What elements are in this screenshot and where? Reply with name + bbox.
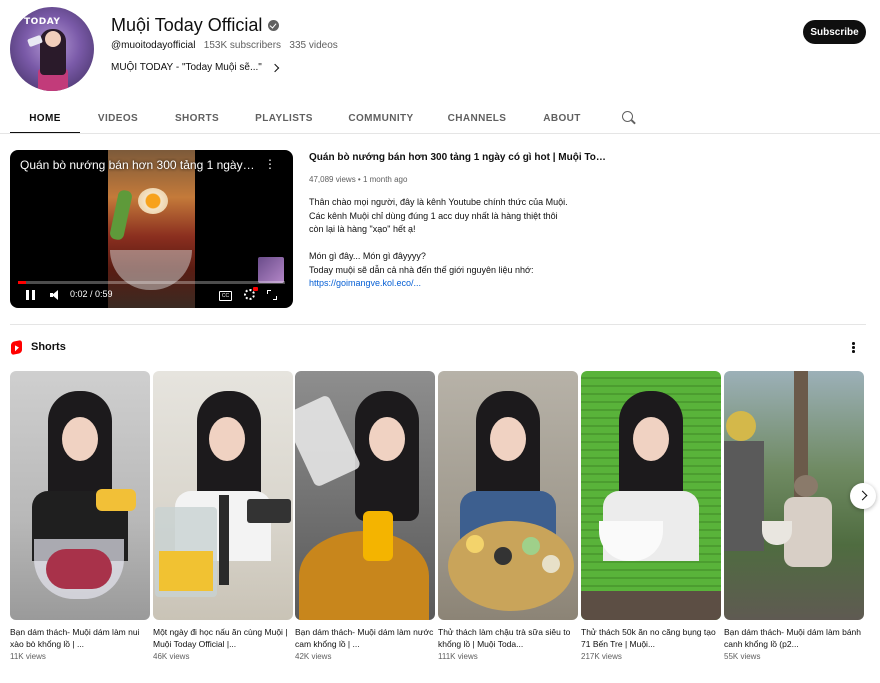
short-title[interactable]: Thử thách làm chậu trà sữa siêu to khổng… [438,626,578,650]
short-thumbnail[interactable] [581,371,721,620]
thumb-face [490,417,526,461]
thumb-person [724,441,764,551]
featured-description: Thân chào mọi người, đây là kênh Youtube… [309,196,609,291]
desc-line: Các kênh Muội chỉ dùng đúng 1 acc duy nh… [309,210,558,221]
channel-tabs: HOME VIDEOS SHORTS PLAYLISTS COMMUNITY C… [10,104,866,134]
short-views: 217K views [581,652,622,661]
video-count: 335 videos [289,40,338,51]
featured-video-title[interactable]: Quán bò nướng bán hơn 300 tảng 1 ngày có… [309,152,609,163]
short-title[interactable]: Bạn dám thách- Muội dám làm nui xào bò k… [10,626,150,650]
short-thumbnail[interactable] [438,371,578,620]
channel-name: Muội Today Official [111,15,280,36]
tab-playlists[interactable]: PLAYLISTS [250,104,318,132]
short-views: 42K views [295,652,332,661]
short-thumbnail[interactable] [10,371,150,620]
short-card[interactable]: Thử thách làm chậu trà sữa siêu to khổng… [438,371,578,661]
player-overlay-title[interactable]: Quán bò nướng bán hơn 300 tảng 1 ngày ..… [20,158,255,172]
avatar-face [45,31,61,47]
channel-meta: @muoitodayofficial 153K subscribers 335 … [111,40,338,51]
section-divider [10,324,866,325]
channel-description-text: MUỘI TODAY - "Today Muội sẽ..." [111,62,262,73]
thumb-face [369,417,405,461]
thumb-meat [46,549,112,589]
short-card[interactable]: Bạn dám thách- Muội dám làm nui xào bò k… [10,371,150,661]
thumb-face [62,417,98,461]
progress-bar[interactable] [18,281,285,284]
tab-videos[interactable]: VIDEOS [91,104,145,132]
thumb-cup [542,555,560,573]
desc-line: Thân chào mọi người, đây là kênh Youtube… [309,197,568,207]
progress-fill [18,281,26,284]
chevron-right-icon [270,63,280,72]
featured-video-meta: 47,089 views • 1 month ago [309,175,408,184]
short-card[interactable]: Thử thách 50k ăn no căng bụng tạo 71 Bến… [581,371,721,661]
short-title[interactable]: Một ngày đi học nấu ăn cùng Muội | Muội … [153,626,293,650]
featured-views: 47,089 views [309,175,356,184]
short-title[interactable]: Bạn dám thách- Muội dám làm bánh canh kh… [724,626,864,650]
thumb-helmet [726,411,756,441]
channel-handle: @muoitodayofficial [111,40,196,51]
tab-channels[interactable]: CHANNELS [444,104,510,132]
desc-line: còn lại là hàng "xạo" hết ạ! [309,224,416,234]
hd-badge [253,287,258,291]
video-egg [138,188,168,214]
tabs-divider [0,133,880,134]
desc-line: Món gì đây... Món gì đâyyyy? [309,251,426,261]
channel-name-text: Muội Today Official [111,15,263,35]
thumb-jug [295,394,362,488]
featured-video-player[interactable]: Quán bò nướng bán hơn 300 tảng 1 ngày ..… [10,150,293,308]
short-card[interactable]: Bạn dám thách- Muội dám làm nước cam khổ… [295,371,435,661]
tab-about[interactable]: ABOUT [538,104,586,132]
thumb-jar [363,511,393,561]
short-card[interactable]: Bạn dám thách- Muội dám làm bánh canh kh… [724,371,864,661]
description-link[interactable]: https://goimangve.kol.eco/... [309,277,609,291]
thumb-face [633,417,669,461]
short-views: 46K views [153,652,190,661]
short-title[interactable]: Thử thách 50k ăn no căng bụng tạo 71 Bến… [581,626,721,650]
featured-age: 1 month ago [362,175,408,184]
subscriber-count: 153K subscribers [203,40,282,51]
time-display: 0:02 / 0:59 [70,289,113,299]
thumb-box [247,499,291,523]
cc-icon[interactable]: CC [219,291,232,301]
thumb-tie [219,495,229,585]
thumb-cup [494,547,512,565]
short-views: 11K views [10,652,46,661]
short-card[interactable]: Một ngày đi học nấu ăn cùng Muội | Muội … [153,371,293,661]
desc-line [309,237,609,251]
thumb-bottle [96,489,136,511]
short-thumbnail[interactable] [295,371,435,620]
shorts-icon [11,339,22,356]
short-thumbnail[interactable] [724,371,864,620]
desc-line: Today muội sẽ dẫn cả nhà đến thế giới ng… [309,264,534,275]
avatar-logo-text: TODAY [24,17,61,27]
thumb-juice [159,551,213,591]
verified-icon [268,20,280,31]
pause-icon[interactable] [26,290,36,300]
tab-community[interactable]: COMMUNITY [343,104,419,132]
channel-description[interactable]: MUỘI TODAY - "Today Muội sẽ..." [111,62,280,73]
more-vert-icon[interactable] [850,340,856,354]
tab-home[interactable]: HOME [10,104,80,134]
fullscreen-icon[interactable] [267,290,277,300]
thumb-hat [794,475,818,497]
thumb-face [209,417,245,461]
search-icon[interactable] [622,111,633,122]
short-title[interactable]: Bạn dám thách- Muội dám làm nước cam khổ… [295,626,435,650]
more-vert-icon[interactable]: ⋮ [264,158,276,172]
short-views: 111K views [438,652,478,661]
short-views: 55K views [724,652,761,661]
shorts-section-title: Shorts [31,341,66,353]
tab-shorts[interactable]: SHORTS [170,104,224,132]
thumb-ground [581,591,721,620]
channel-watermark[interactable] [258,257,284,283]
subscribe-button[interactable]: Subscribe [803,20,866,44]
short-thumbnail[interactable] [153,371,293,620]
thumb-cup [466,535,484,553]
volume-icon[interactable] [50,290,60,300]
next-arrow-icon[interactable] [850,483,876,509]
thumb-cup [522,537,540,555]
channel-avatar[interactable]: TODAY [10,7,94,91]
